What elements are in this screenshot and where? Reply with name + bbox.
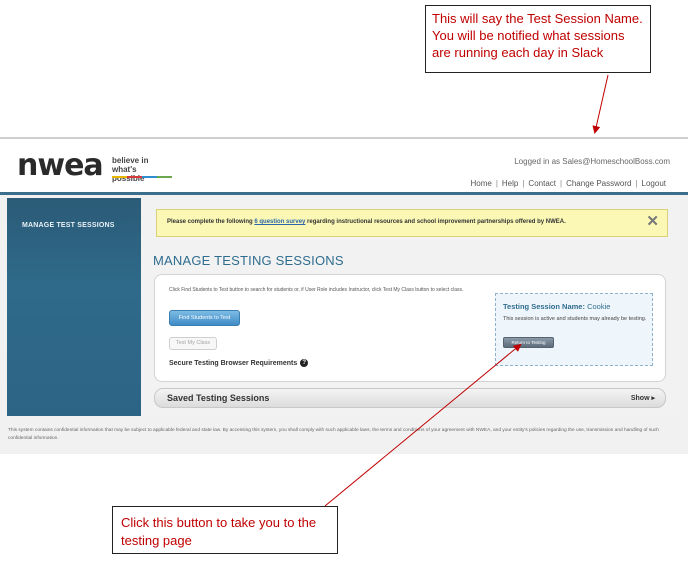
arrow-to-session-name <box>592 74 609 134</box>
chevron-right-icon: ▸ <box>651 395 655 402</box>
sidebar-item-manage-test-sessions[interactable]: MANAGE TEST SESSIONS <box>22 222 115 229</box>
page-title: MANAGE TESTING SESSIONS <box>153 253 344 268</box>
instructions-text: Click Find Students to Test button to se… <box>169 287 464 293</box>
main-content: Please complete the following 6 question… <box>141 198 681 416</box>
logo-wordmark: nwea <box>17 148 104 183</box>
secure-browser-link[interactable]: Secure Testing Browser Requirements ? <box>169 359 309 367</box>
nav-logout-link[interactable]: Logout <box>638 179 670 188</box>
app-header: nwea believe in what's possible Logged i… <box>0 139 688 195</box>
app-screenshot: nwea believe in what's possible Logged i… <box>0 137 688 454</box>
session-box: Testing Session Name: Cookie This sessio… <box>495 293 653 366</box>
return-to-testing-button[interactable]: Return to Testing <box>503 337 554 348</box>
survey-text-prefix: Please complete the following <box>167 219 255 225</box>
find-students-button[interactable]: Find Students to Test <box>169 310 240 326</box>
nav-contact-link[interactable]: Contact <box>524 179 560 188</box>
nav-help-link[interactable]: Help <box>498 179 522 188</box>
nav-home-link[interactable]: Home <box>466 179 495 188</box>
session-name-value: Cookie <box>587 302 611 311</box>
nav-change-password-link[interactable]: Change Password <box>562 179 635 188</box>
test-my-class-button[interactable]: Test My Class <box>169 337 217 350</box>
secure-browser-label: Secure Testing Browser Requirements <box>169 359 298 367</box>
annotation-bottom: Click this button to take you to the tes… <box>112 506 338 554</box>
saved-sessions-title: Saved Testing Sessions <box>167 393 270 403</box>
close-icon[interactable]: ✕ <box>646 214 659 229</box>
testing-panel: Click Find Students to Test button to se… <box>154 274 666 382</box>
logged-in-text: Logged in as Sales@HomeschoolBoss.com <box>514 157 670 166</box>
survey-banner: Please complete the following 6 question… <box>156 209 668 237</box>
top-nav: Home | Help | Contact | Change Password … <box>466 179 670 188</box>
saved-sessions-bar[interactable]: Saved Testing Sessions Show ▸ <box>154 388 666 408</box>
logo-stripe <box>112 176 172 178</box>
survey-text-suffix: regarding instructional resources and sc… <box>305 219 566 225</box>
annotation-bottom-text: Click this button to take you to the tes… <box>121 515 317 548</box>
help-icon[interactable]: ? <box>300 359 309 367</box>
annotation-top: This will say the Test Session Name. You… <box>425 5 651 73</box>
saved-sessions-show-toggle[interactable]: Show ▸ <box>631 394 655 402</box>
sidebar: MANAGE TEST SESSIONS <box>7 198 141 416</box>
logo-tagline: believe in what's possible <box>112 156 149 183</box>
session-name-label: Testing Session Name: <box>503 302 585 311</box>
show-label: Show <box>630 395 650 402</box>
session-description: This session is active and students may … <box>503 316 647 322</box>
session-name: Testing Session Name: Cookie <box>503 302 610 311</box>
annotation-top-text: This will say the Test Session Name. You… <box>432 11 643 60</box>
confidentiality-footer: This system contains confidential inform… <box>8 428 659 441</box>
survey-link[interactable]: 6 question survey <box>254 219 305 225</box>
nwea-logo[interactable]: nwea believe in what's possible <box>17 148 172 183</box>
